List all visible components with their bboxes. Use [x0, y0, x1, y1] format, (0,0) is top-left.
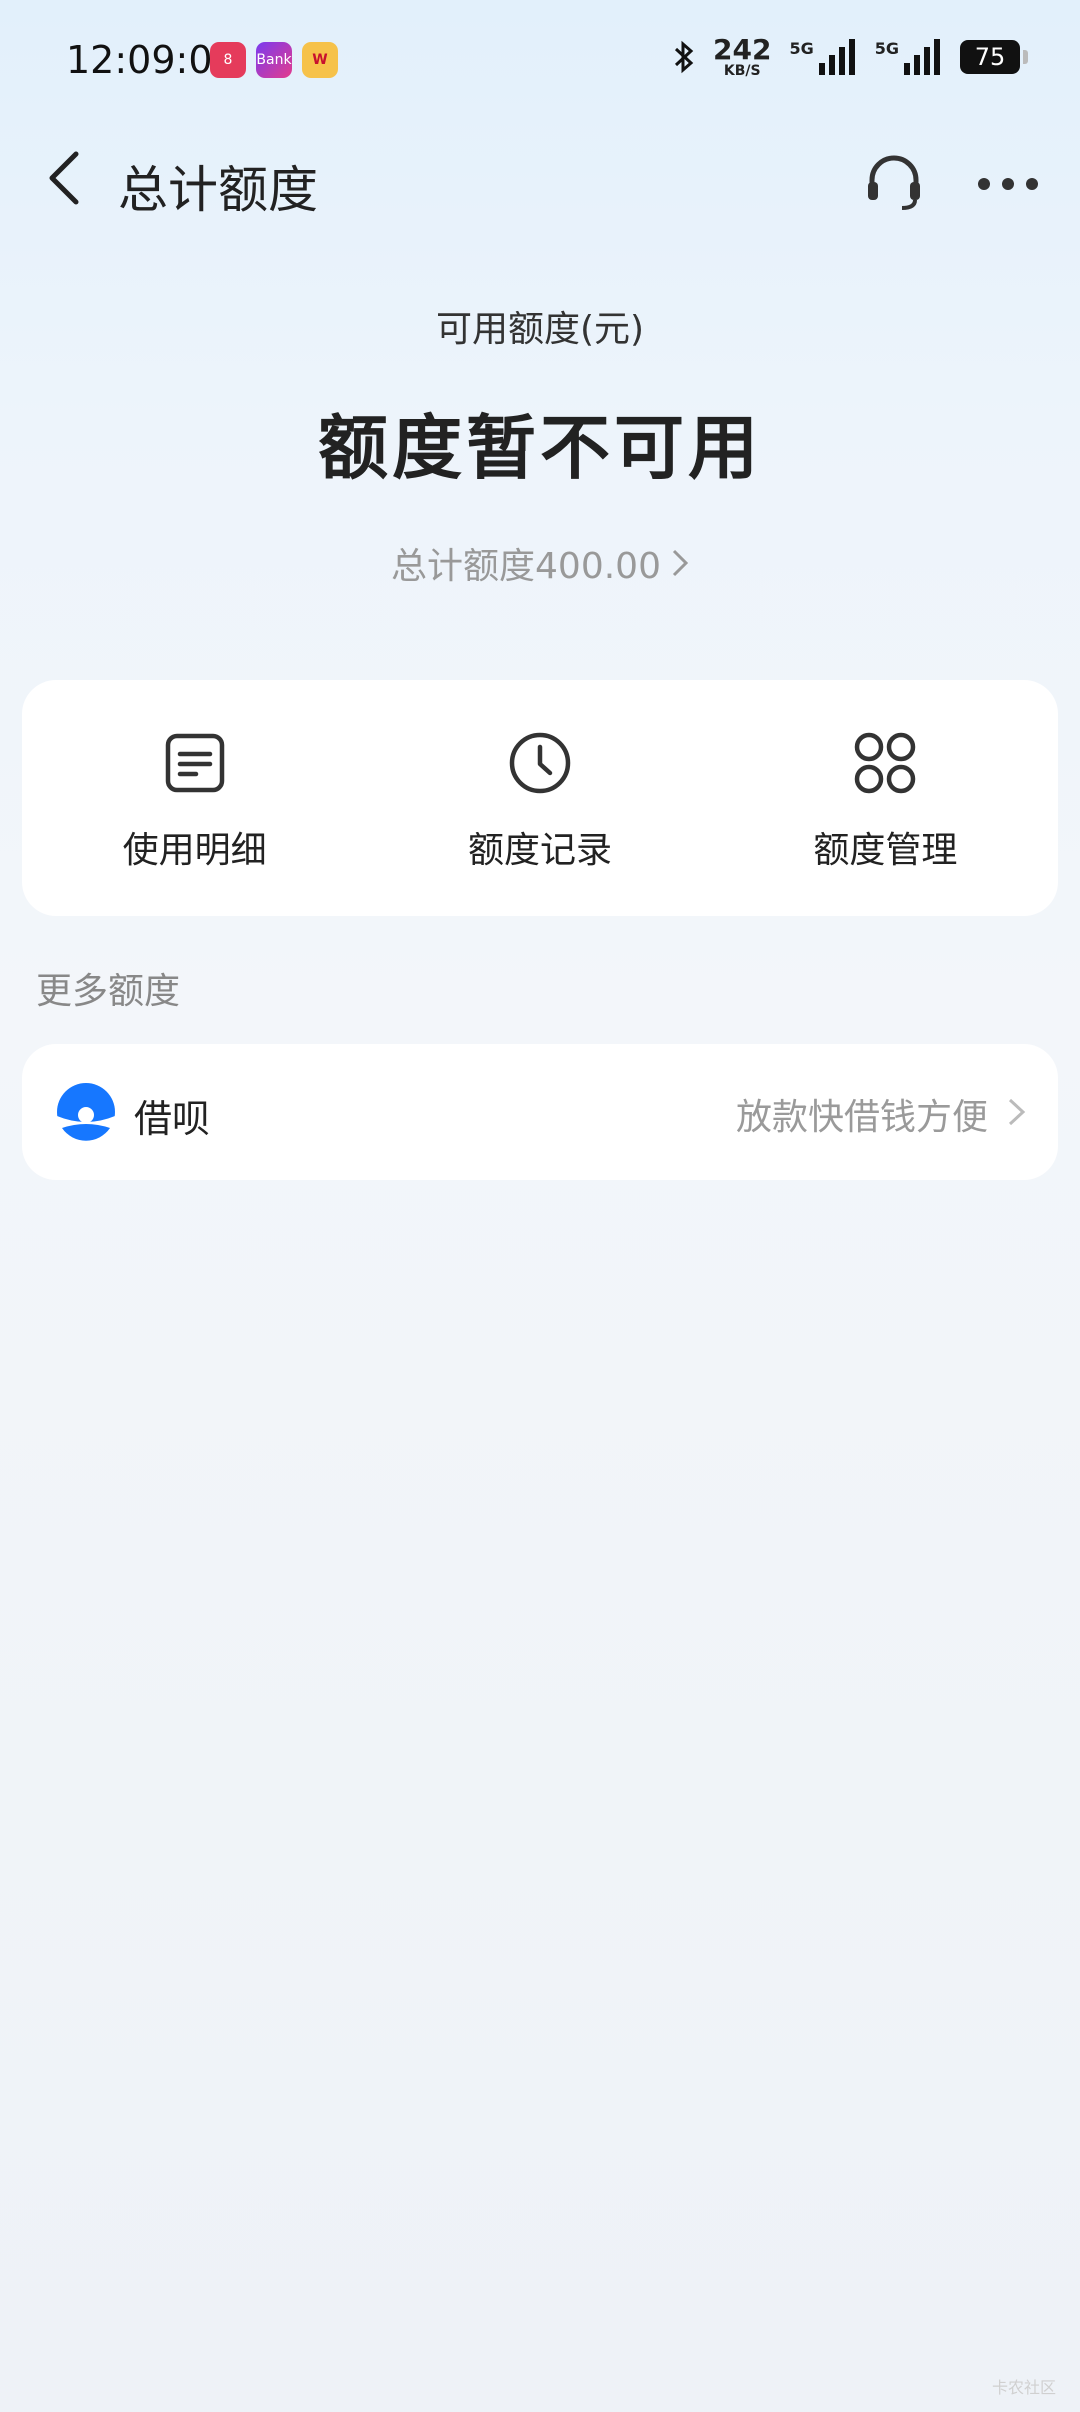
signal-5g-2: 5G	[875, 39, 942, 75]
network-speed-value: 242	[713, 33, 772, 66]
battery-indicator: 75	[960, 40, 1028, 74]
watermark: 卡农社区	[991, 2378, 1056, 2397]
more-button[interactable]	[972, 148, 1044, 220]
available-credit-status: 额度暂不可用	[318, 407, 762, 489]
back-button[interactable]	[34, 148, 94, 208]
total-credit-link[interactable]: 总计额度400.00	[391, 537, 689, 589]
jiebei-description: 放款快借钱方便	[735, 1097, 988, 1138]
usage-details-action[interactable]: 使用明细	[22, 680, 367, 916]
bank-app-notification-icon: Bank	[256, 42, 292, 78]
signal-bars-icon	[904, 39, 940, 75]
signal-5g-1: 5G	[789, 39, 856, 75]
signal-label: 5G	[789, 39, 814, 58]
more-credit-section-title: 更多额度	[36, 971, 181, 1012]
grid-icon	[853, 731, 917, 795]
signal-bars-icon	[818, 39, 855, 75]
status-indicators: 242 KB/S 5G 5G 75	[673, 33, 1028, 79]
signal-label: 5G	[874, 39, 899, 58]
action-label: 额度管理	[813, 830, 958, 871]
app-notification-icon: 8	[210, 42, 246, 78]
status-bar: 12:09:00 8 Bank W 242 KB/S 5G 5G 75	[0, 0, 1080, 124]
chevron-left-icon	[49, 151, 79, 205]
credit-management-action[interactable]: 额度管理	[713, 680, 1058, 916]
weibo-notification-icon: W	[302, 42, 338, 78]
page-title: 总计额度	[118, 161, 318, 219]
credit-records-action[interactable]: 额度记录	[367, 680, 712, 916]
headset-icon	[868, 155, 920, 210]
available-credit-label: 可用额度(元)	[435, 309, 645, 350]
bluetooth-icon	[674, 40, 694, 74]
network-speed: 242 KB/S	[713, 33, 772, 79]
clock-icon	[508, 731, 572, 795]
jiebei-logo-icon	[57, 1083, 115, 1142]
nav-bar: 总计额度	[0, 124, 1080, 236]
customer-service-button[interactable]	[858, 146, 930, 218]
chevron-right-icon	[1008, 1098, 1026, 1126]
quick-actions-card: 使用明细 额度记录 额度管理	[22, 680, 1058, 916]
credit-summary: 可用额度(元) 额度暂不可用 总计额度400.00	[0, 300, 1080, 589]
jiebei-list-item[interactable]: 借呗 放款快借钱方便	[22, 1044, 1058, 1180]
document-icon	[163, 731, 227, 795]
network-speed-unit: KB/S	[723, 63, 761, 79]
more-dots-icon	[978, 178, 1038, 190]
jiebei-name: 借呗	[134, 1097, 211, 1141]
total-credit-text: 总计额度400.00	[391, 546, 661, 587]
action-label: 额度记录	[467, 830, 612, 871]
action-label: 使用明细	[122, 830, 267, 871]
notification-app-icons: 8 Bank W	[210, 42, 338, 78]
chevron-right-icon	[672, 549, 689, 577]
